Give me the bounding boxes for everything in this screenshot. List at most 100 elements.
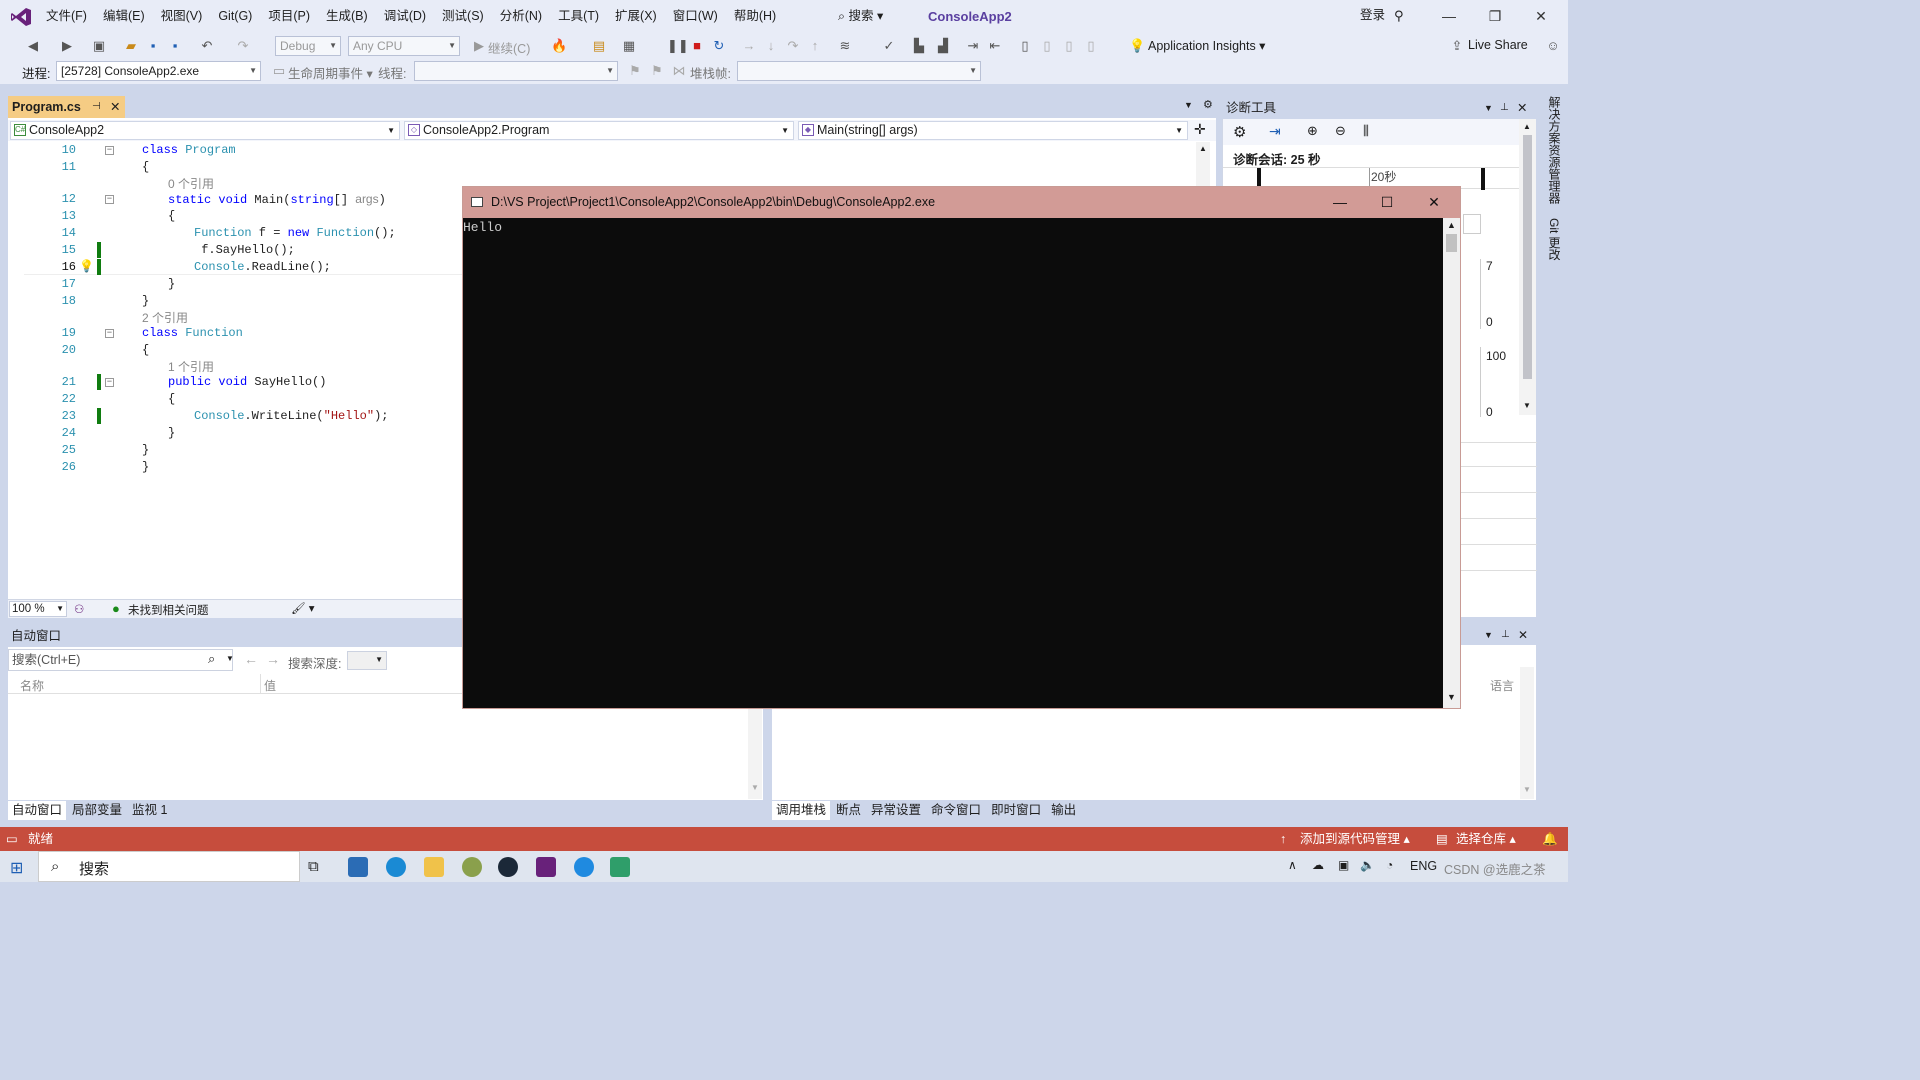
bottom-tab-4[interactable]: 即时窗口 <box>987 801 1045 820</box>
bottom-tab-2[interactable]: 监视 1 <box>128 801 171 820</box>
collapse-icon[interactable]: − <box>105 329 114 338</box>
diag-scrollbar[interactable]: ▲ ▼ <box>1519 119 1536 415</box>
show-next-statement-icon[interactable]: → <box>741 38 757 54</box>
minimize-button[interactable]: — <box>1426 0 1472 33</box>
diag-dropdown-icon[interactable]: ▼ <box>1484 97 1493 119</box>
step-out-icon[interactable]: ↑ <box>807 38 823 54</box>
code-cleanup-icon[interactable]: 🖌 ▾ <box>291 601 315 615</box>
feedback-icon[interactable]: ☺ <box>1545 38 1561 54</box>
save-all-icon[interactable]: ▪ <box>167 38 183 54</box>
process-combo[interactable]: [25728] ConsoleApp2.exe ▼ <box>56 61 261 81</box>
right-panel-pin-icon[interactable]: ⊥ <box>1501 629 1510 640</box>
search-options-dropdown-icon[interactable]: ▼ <box>226 654 234 663</box>
taskbar-app-icon-2[interactable] <box>462 857 482 877</box>
pin-icon[interactable]: ⊣ <box>92 96 101 118</box>
taskbar-search-box[interactable]: ⌕ 搜索 <box>38 851 300 882</box>
solution-config-combo[interactable]: Debug ▼ <box>275 36 341 56</box>
issues-status[interactable]: 未找到相关问题 <box>128 602 209 618</box>
diagnostic-icon[interactable]: ≋ <box>837 38 853 54</box>
flag-thread-icon[interactable]: ⚑ <box>627 63 643 79</box>
stop-icon[interactable]: ■ <box>689 38 705 54</box>
search-depth-combo[interactable]: ▼ <box>347 651 387 670</box>
diag-close-icon[interactable]: ✕ <box>1517 97 1527 119</box>
collapse-icon[interactable]: − <box>105 195 114 204</box>
member-nav-combo[interactable]: ◆ Main(string[] args) ▼ <box>798 121 1188 140</box>
bottom-tab-5[interactable]: 输出 <box>1047 801 1080 820</box>
menu-item-8[interactable]: 分析(N) <box>492 0 550 33</box>
scroll-up-icon[interactable]: ▲ <box>1199 144 1207 153</box>
search-button[interactable]: ⌕ 搜索 ▾ <box>838 0 883 33</box>
redo-icon[interactable]: ↷ <box>235 38 251 54</box>
visual-studio-taskbar-icon[interactable] <box>536 857 556 877</box>
bottom-tab-1[interactable]: 断点 <box>832 801 865 820</box>
cloud-icon[interactable]: ☁ <box>1312 858 1324 872</box>
bottom-tab-1[interactable]: 局部变量 <box>68 801 126 820</box>
continue-icon[interactable]: ▶ <box>471 38 487 54</box>
layout-icon[interactable]: ▦ <box>621 38 637 54</box>
project-nav-combo[interactable]: C# ConsoleApp2 ▼ <box>10 121 400 140</box>
new-project-icon[interactable]: ▣ <box>91 38 107 54</box>
uncomment-icon[interactable]: ▟ <box>935 38 951 54</box>
diag-export-icon[interactable]: ⇥ <box>1269 123 1281 140</box>
thread-filter-icon[interactable]: ⋈ <box>671 63 687 79</box>
call-stack-scrollbar[interactable]: ▼ <box>1520 667 1534 799</box>
menu-item-11[interactable]: 窗口(W) <box>665 0 726 33</box>
tab-program-cs[interactable]: Program.cs ⊣ ✕ <box>8 96 125 118</box>
collapse-icon[interactable]: − <box>105 146 114 155</box>
autos-search-input[interactable]: 搜索(Ctrl+E) <box>8 649 233 671</box>
console-scroll-down-icon[interactable]: ▼ <box>1447 692 1456 702</box>
bottom-tab-0[interactable]: 自动窗口 <box>8 801 67 820</box>
outdent-icon[interactable]: ⇤ <box>987 38 1003 54</box>
menu-item-2[interactable]: 视图(V) <box>153 0 211 33</box>
edge-browser-icon[interactable] <box>386 857 406 877</box>
add-to-source-control-button[interactable]: 添加到源代码管理 ▴ <box>1300 827 1410 851</box>
comment-icon[interactable]: ▙ <box>911 38 927 54</box>
collapse-icon[interactable]: − <box>105 378 114 387</box>
bottom-tab-3[interactable]: 命令窗口 <box>927 801 985 820</box>
console-window[interactable]: D:\VS Project\Project1\ConsoleApp2\Conso… <box>462 186 1461 709</box>
console-title-bar[interactable]: D:\VS Project\Project1\ConsoleApp2\Conso… <box>463 187 1460 218</box>
menu-item-9[interactable]: 工具(T) <box>550 0 607 33</box>
undo-icon[interactable]: ↶ <box>199 38 215 54</box>
console-scrollbar[interactable]: ▲ ▼ <box>1443 218 1460 708</box>
menu-item-3[interactable]: Git(G) <box>210 0 260 33</box>
tray-overflow-icon[interactable]: ∧ <box>1288 858 1297 872</box>
diag-pin-icon[interactable]: ⊥ <box>1500 97 1509 119</box>
col-language-header[interactable]: 语言 <box>1490 677 1514 694</box>
pause-icon[interactable]: ❚❚ <box>667 38 689 54</box>
reset-view-icon[interactable]: ⫼ <box>1363 123 1369 139</box>
bookmark-icon[interactable]: ▯ <box>1017 38 1033 54</box>
col-name-header[interactable]: 名称 <box>20 677 44 694</box>
spell-check-icon[interactable]: ✓ <box>881 38 897 54</box>
zoom-out-icon[interactable]: ⊖ <box>1335 123 1346 139</box>
type-nav-combo[interactable]: ◇ ConsoleApp2.Program ▼ <box>404 121 794 140</box>
search-icon[interactable]: ⌕ <box>208 651 215 667</box>
autos-scroll-down-icon[interactable]: ▼ <box>751 783 759 792</box>
split-editor-icon[interactable]: ✛ <box>1194 121 1206 138</box>
next-bookmark-icon[interactable]: ▯ <box>1061 38 1077 54</box>
notifications-bell-icon[interactable]: 🔔 <box>1542 827 1558 851</box>
application-insights-button[interactable]: Application Insights ▾ <box>1148 38 1265 53</box>
back-icon[interactable]: ◀ <box>25 38 41 54</box>
diag-scroll-down-icon[interactable]: ▼ <box>1523 401 1531 410</box>
right-panel-dropdown-icon[interactable]: ▼ <box>1484 630 1493 640</box>
zoom-in-icon[interactable]: ⊕ <box>1307 123 1318 139</box>
quick-action-lightbulb-icon[interactable]: 💡 <box>79 259 94 275</box>
reference-count[interactable]: 1 个引用 <box>24 359 464 375</box>
flag-all-icon[interactable]: ⚑ <box>649 63 665 79</box>
indent-icon[interactable]: ⇥ <box>965 38 981 54</box>
prev-bookmark-icon[interactable]: ▯ <box>1039 38 1055 54</box>
menu-item-4[interactable]: 项目(P) <box>260 0 318 33</box>
menu-item-1[interactable]: 编辑(E) <box>95 0 153 33</box>
tab-list-dropdown-icon[interactable]: ▼ <box>1184 100 1193 110</box>
hot-reload-icon[interactable]: 🔥 <box>551 38 567 54</box>
console-taskbar-icon[interactable] <box>610 857 630 877</box>
input-language[interactable]: ENG <box>1410 859 1437 873</box>
continue-button[interactable]: 继续(C) <box>488 38 530 57</box>
help-icon[interactable] <box>574 857 594 877</box>
menu-item-0[interactable]: 文件(F) <box>38 0 95 33</box>
search-forward-icon[interactable]: → <box>266 651 280 667</box>
diag-scroll-up-icon[interactable]: ▲ <box>1523 122 1531 131</box>
call-stack-scroll-down-icon[interactable]: ▼ <box>1523 785 1531 794</box>
console-maximize-button[interactable]: ☐ <box>1364 187 1410 218</box>
